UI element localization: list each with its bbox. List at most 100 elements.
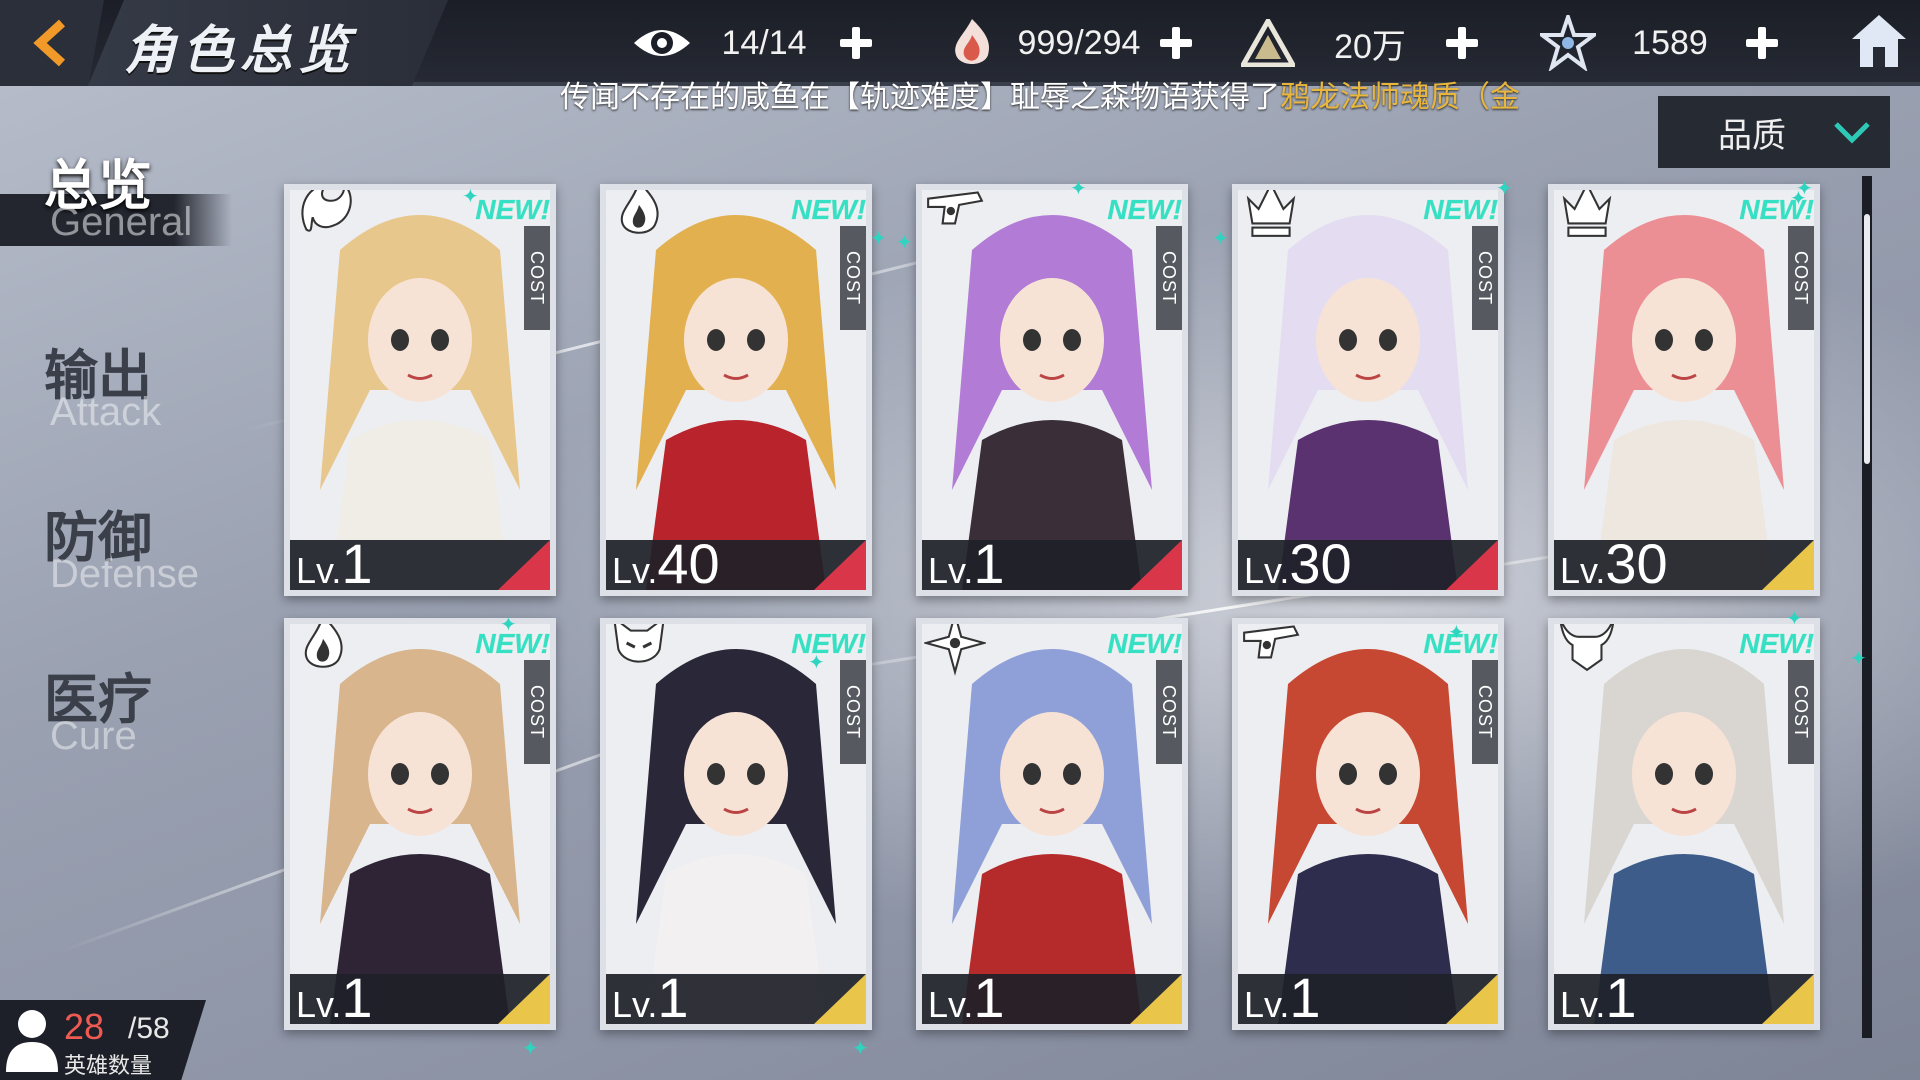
resource-value: 999/294 (1017, 23, 1141, 62)
level-prefix: Lv. (1244, 550, 1290, 591)
cost-tag: COST (840, 660, 866, 764)
sparkle-icon: ✦ (1790, 186, 1807, 210)
resource-value: 14/14 (721, 23, 807, 62)
horned-class-icon (1559, 624, 1615, 672)
rarity-corner (814, 974, 866, 1024)
level-bar: Lv.30 (1238, 536, 1498, 590)
cost-tag: COST (1472, 660, 1498, 764)
hero-card[interactable]: NEW! COST Lv.1 (916, 184, 1188, 596)
resource-gold: 20万 (1236, 14, 1484, 72)
level-value: 1 (657, 966, 689, 1029)
page-title: 角色总览 (124, 21, 357, 81)
marquee-highlight: 鸦龙法师魂质（金 (1280, 80, 1520, 115)
resource-gems: 1589 (1536, 14, 1784, 72)
hero-card[interactable]: NEW! COST Lv.1 (1548, 618, 1820, 1030)
hero-card[interactable]: NEW! COST Lv.1 (1232, 618, 1504, 1030)
level-prefix: Lv. (928, 550, 974, 591)
sparkle-icon: ✦ (1496, 176, 1513, 200)
flame-hand-icon (940, 14, 1004, 72)
nav-cure[interactable]: 医疗 Cure (44, 670, 152, 758)
home-icon (1852, 15, 1906, 67)
level-value: 1 (973, 966, 1005, 1029)
add-gems-button[interactable] (1740, 21, 1784, 65)
add-energy-button[interactable] (1154, 21, 1198, 65)
hero-portrait (1554, 624, 1814, 1024)
cost-tag: COST (840, 226, 866, 330)
level-label: Lv.1 (1244, 970, 1321, 1025)
flame-class-icon (304, 624, 343, 668)
level-label: Lv.1 (1560, 970, 1637, 1025)
sparkle-icon: ✦ (1070, 176, 1087, 200)
scrollbar-thumb[interactable] (1864, 214, 1870, 464)
level-bar: Lv.1 (1238, 970, 1498, 1024)
new-badge: NEW! (1107, 194, 1182, 225)
hero-card[interactable]: NEW! COST Lv.1 (284, 618, 556, 1030)
nav-sublabel: Cure (50, 714, 137, 758)
add-gold-button[interactable] (1440, 21, 1484, 65)
level-prefix: Lv. (296, 984, 342, 1025)
rarity-corner (1446, 974, 1498, 1024)
level-bar: Lv.1 (606, 970, 866, 1025)
shuriken-class-icon (924, 624, 986, 676)
hero-card[interactable]: NEW! COST Lv.1 (916, 618, 1188, 1030)
hero-card[interactable]: NEW! COST Lv.40 (600, 184, 872, 596)
hero-portrait (922, 190, 1182, 590)
add-stamina-button[interactable] (834, 21, 878, 65)
level-bar: Lv.30 (1554, 536, 1814, 590)
nav-sublabel: Attack (50, 390, 162, 434)
nav-attack[interactable]: 输出 Attack (44, 346, 162, 434)
nav-defense[interactable]: 防御 Defense (44, 508, 199, 595)
crown-class-icon (1562, 190, 1612, 237)
level-prefix: Lv. (1244, 984, 1290, 1025)
cost-tag: COST (524, 226, 550, 330)
level-label: Lv.1 (296, 970, 373, 1025)
hero-card[interactable]: NEW! COST Lv.30 (1232, 184, 1504, 596)
sparkle-icon: ✦ (522, 1036, 539, 1060)
sparkle-icon: ✦ (852, 1036, 869, 1060)
triangle-crystal-icon (1236, 14, 1300, 72)
level-bar: Lv.1 (922, 970, 1182, 1024)
cost-tag: COST (1788, 660, 1814, 764)
nav-general[interactable]: 总览 General (44, 156, 192, 243)
level-value: 1 (973, 532, 1005, 595)
level-bar: Lv.40 (606, 536, 866, 590)
new-badge: NEW! (791, 194, 866, 225)
hero-portrait (1238, 624, 1498, 1024)
hero-portrait (290, 190, 550, 590)
sparkle-icon: ✦ (870, 226, 887, 250)
home-button[interactable] (1846, 8, 1912, 74)
level-label: Lv.1 (928, 536, 1005, 591)
hero-portrait (606, 190, 866, 590)
sort-dropdown-label: 品质 (1718, 115, 1786, 156)
hero-card[interactable]: NEW! COST Lv.30 (1548, 184, 1820, 596)
level-bar: Lv.1 (290, 536, 550, 591)
level-prefix: Lv. (612, 984, 658, 1025)
rarity-corner (814, 540, 866, 590)
gun-class-icon (1243, 625, 1300, 659)
level-label: Lv.30 (1244, 536, 1352, 591)
eye-icon (630, 14, 694, 72)
level-value: 30 (1289, 532, 1352, 595)
new-badge: NEW! (475, 194, 550, 225)
rarity-corner (1762, 540, 1814, 590)
hero-portrait (606, 624, 866, 1024)
hero-card[interactable]: NEW! COST Lv.1 (284, 184, 556, 596)
marquee-text: 传闻不存在的咸鱼在【轨迹难度】耻辱之森物语获得了 (560, 80, 1280, 115)
rarity-corner (1130, 540, 1182, 590)
rarity-corner (1762, 974, 1814, 1024)
new-badge: NEW! (791, 628, 866, 659)
level-bar: Lv.1 (1554, 970, 1814, 1024)
back-button[interactable] (0, 0, 104, 86)
rarity-corner (498, 540, 550, 590)
person-icon (6, 1010, 58, 1072)
dragon-class-icon (301, 190, 352, 232)
sort-dropdown[interactable]: 品质 (1658, 96, 1890, 168)
sparkle-icon: ✦ (1212, 226, 1229, 250)
sparkle-icon: ✦ (896, 230, 913, 254)
level-prefix: Lv. (296, 550, 342, 591)
hero-card[interactable]: NEW! COST Lv.1 (600, 618, 872, 1030)
resource-value: 20万 (1334, 27, 1406, 66)
hero-portrait (922, 624, 1182, 1024)
gun-class-icon (927, 191, 984, 225)
level-label: Lv.1 (928, 970, 1005, 1025)
